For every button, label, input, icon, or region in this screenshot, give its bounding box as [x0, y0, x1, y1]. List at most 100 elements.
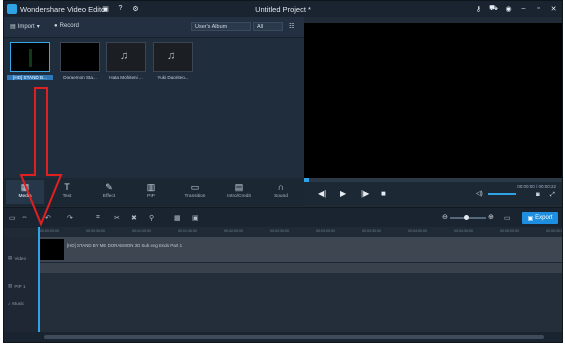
zoom-knob[interactable]: [464, 215, 469, 220]
volume-slider[interactable]: [488, 193, 516, 195]
preview-window[interactable]: [304, 23, 562, 178]
track-header-pip: ▥ PIP 1: [8, 283, 26, 289]
crop-icon[interactable]: ⌗: [96, 214, 100, 222]
tab-text-label: Text: [62, 194, 72, 199]
media-icon: ▦: [20, 182, 30, 192]
tab-media[interactable]: ▦ Media: [6, 180, 44, 204]
audio-waveform[interactable]: [38, 263, 562, 273]
ruler-tick: 00:04:30:00: [454, 229, 473, 233]
media-label-1: [HD] STAND B...: [7, 75, 53, 80]
video-clip[interactable]: [HD] STAND BY ME DORAEMON 3D Sub eng End…: [38, 237, 562, 262]
track-label-music: Music: [12, 301, 25, 306]
key-icon[interactable]: ⚷: [474, 4, 483, 13]
media-item-1[interactable]: [10, 42, 50, 72]
zoom-slider[interactable]: ⊖ ⊕: [442, 214, 494, 222]
ruler-tick: 00:01:30:00: [178, 229, 197, 233]
tab-sound[interactable]: ∩ Sound: [262, 180, 300, 204]
view-toggle-icon[interactable]: ☷: [289, 23, 294, 30]
maximize-icon[interactable]: ▫: [534, 4, 543, 13]
record-icon: ●: [54, 23, 58, 29]
media-item-4[interactable]: ♫: [153, 42, 193, 72]
delete-icon[interactable]: ✖: [131, 214, 137, 222]
pip-track-area[interactable]: [38, 273, 562, 332]
text-icon: T: [64, 182, 70, 192]
ruler-tick: 00:04:00:00: [408, 229, 427, 233]
music-track-icon: ♪: [8, 301, 11, 306]
sound-icon: ∩: [277, 182, 285, 192]
close-icon[interactable]: ✕: [549, 4, 558, 13]
library-toolbar: ▤ Import ▾ ● Record User's Album All ☷: [4, 17, 304, 38]
zoom-in-icon[interactable]: ⊕: [488, 213, 494, 221]
ruler-tick: 00:03:30:00: [362, 229, 381, 233]
album-select[interactable]: User's Album: [191, 22, 251, 31]
track-header-column: ▤ Video ▥ PIP 1 ♪ Music: [4, 237, 38, 332]
filter-select[interactable]: All: [253, 22, 283, 31]
intro-credit-icon: ▤: [234, 182, 244, 192]
zoom-out-icon[interactable]: ⊖: [442, 213, 448, 221]
export-icon: ▣: [527, 215, 534, 222]
playhead[interactable]: [38, 227, 40, 334]
preview-timecode: 00:00:00 / 00:00:22: [517, 184, 556, 189]
ruler-tick: 00:02:00:00: [224, 229, 243, 233]
stop-icon[interactable]: ■: [381, 189, 386, 198]
track-label-video: Video: [14, 255, 27, 261]
volume-icon[interactable]: ◁): [476, 190, 483, 197]
effect-icon: ✎: [105, 182, 113, 192]
edit-icon[interactable]: ▭: [9, 214, 16, 222]
voiceover-icon[interactable]: ⚲: [149, 214, 154, 222]
ruler-tick: 00:05:30:00: [546, 229, 563, 233]
ruler-tick: 00:03:00:00: [316, 229, 335, 233]
tab-text[interactable]: T Text: [48, 180, 86, 204]
ruler-tick: 00:05:00:00: [500, 229, 519, 233]
chevron-down-icon: ▾: [36, 24, 40, 30]
media-item-2[interactable]: [60, 42, 100, 72]
clip-thumbnail: [40, 239, 64, 260]
record-button[interactable]: ● Record: [54, 23, 79, 29]
snapshot-icon[interactable]: ◙: [536, 192, 540, 198]
transition-icon: ▭: [190, 182, 200, 192]
chat-icon[interactable]: ◉: [504, 4, 513, 13]
minimize-icon[interactable]: –: [519, 4, 528, 13]
tab-pip[interactable]: ▥ PIP: [132, 180, 170, 204]
track-label-pip: PIP 1: [14, 283, 26, 289]
media-library: [HD] STAND B... Doraemon Sta... ♫ Hata M…: [4, 38, 304, 178]
ruler-tick: 00:00:00:00: [40, 229, 59, 233]
tab-effect-label: Effect: [102, 194, 116, 199]
pip-icon: ▥: [146, 182, 156, 192]
split-icon[interactable]: ⇔: [21, 214, 28, 221]
prev-frame-icon[interactable]: ◀|: [318, 189, 326, 198]
video-track-icon: ▤: [8, 255, 13, 260]
tab-media-label: Media: [18, 194, 32, 199]
cut-icon[interactable]: ✂: [114, 214, 120, 222]
export-label: Export: [535, 215, 553, 221]
media-label-2: Doraemon Sta...: [63, 75, 97, 80]
pip-track-icon: ▥: [8, 283, 13, 288]
ruler-tick: 00:01:00:00: [132, 229, 151, 233]
fullscreen-icon[interactable]: ⤢: [550, 192, 555, 199]
tab-intro-credit[interactable]: ▤ Intro/Credit: [220, 180, 258, 204]
timeline-scrollbar[interactable]: [4, 332, 562, 342]
category-tabs: ▦ Media T Text ✎ Effect ▥ PIP ▭ Transiti…: [4, 178, 304, 206]
media-item-3[interactable]: ♫: [106, 42, 146, 72]
cart-icon[interactable]: ⛟: [489, 4, 498, 13]
tab-pip-label: PIP: [147, 194, 155, 199]
media-label-3: Hata Mohiteni ...: [109, 75, 143, 80]
export-button[interactable]: ▣ Export: [522, 212, 558, 224]
redo-icon[interactable]: ↷: [67, 214, 73, 222]
mosaic-icon[interactable]: ▦: [174, 214, 181, 222]
media-label-4: Yuki Daoriteo...: [157, 75, 189, 80]
ruler-tick: 00:00:30:00: [86, 229, 105, 233]
tab-effect[interactable]: ✎ Effect: [90, 180, 128, 204]
import-button[interactable]: ▤ Import ▾: [10, 23, 40, 31]
play-icon[interactable]: ▶: [340, 189, 346, 198]
timeline-scroll-thumb[interactable]: [44, 335, 544, 339]
tab-transition-label: Transition: [184, 194, 206, 199]
tab-transition[interactable]: ▭ Transition: [176, 180, 214, 204]
tab-intro-credit-label: Intro/Credit: [227, 194, 251, 199]
undo-icon[interactable]: ↶: [45, 214, 51, 222]
fit-timeline-icon[interactable]: ▭: [504, 214, 511, 222]
music-note-icon: ♫: [120, 50, 129, 62]
track-header-music: ♪ Music: [8, 301, 24, 306]
scene-detect-icon[interactable]: ▣: [192, 214, 199, 222]
next-frame-icon[interactable]: |▶: [361, 189, 369, 198]
